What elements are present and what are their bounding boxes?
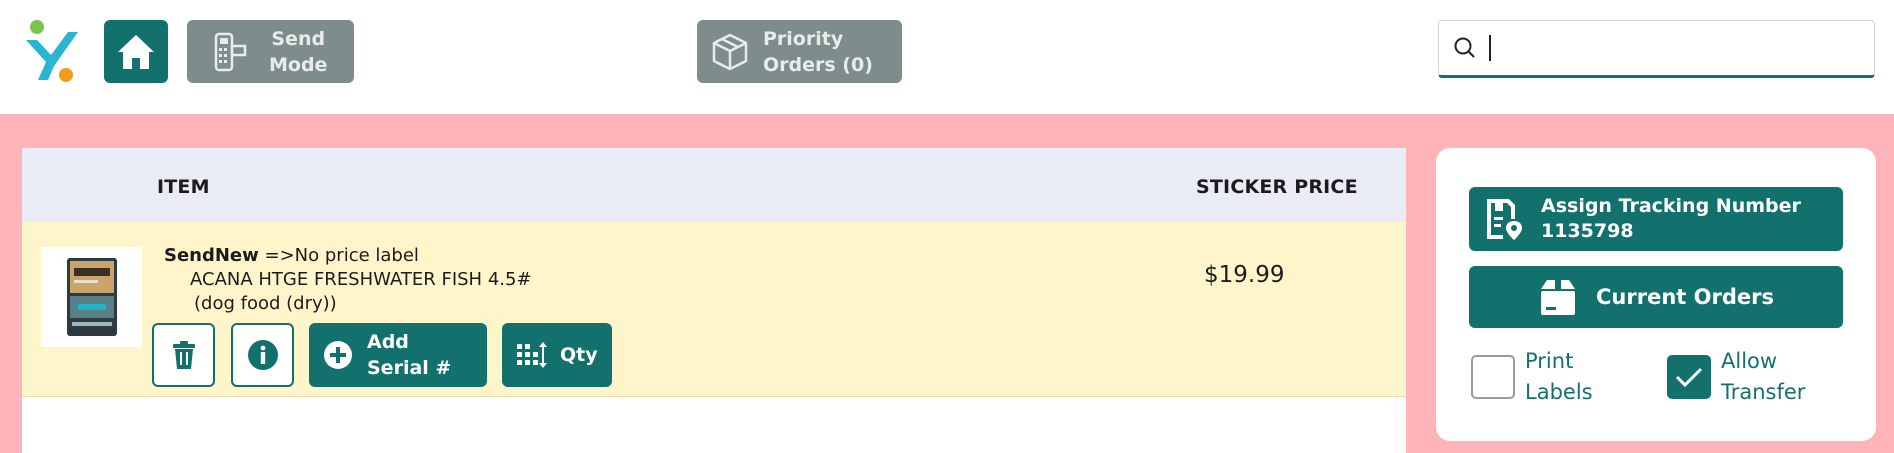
assign-tracking-button[interactable]: Assign Tracking Number 1135798 — [1469, 187, 1843, 251]
product-image — [41, 247, 142, 347]
info-icon — [247, 340, 278, 370]
home-button[interactable] — [104, 20, 168, 83]
item-info-button[interactable] — [231, 323, 294, 387]
order-options-panel: Assign Tracking Number 1135798 Current O… — [1436, 148, 1876, 441]
send-mode-label-line1: Send — [271, 27, 326, 50]
current-orders-label: Current Orders — [1596, 285, 1774, 309]
quantity-button[interactable]: Qty — [502, 323, 612, 387]
orders-box-icon — [1541, 280, 1576, 315]
allow-transfer-label-line1: Allow — [1721, 349, 1778, 373]
text-caret — [1489, 35, 1491, 61]
allow-transfer-checkbox[interactable] — [1667, 355, 1711, 399]
tracking-number: 1135798 — [1541, 220, 1634, 242]
add-serial-button[interactable]: Add Serial # — [309, 323, 487, 387]
search-input[interactable] — [1503, 36, 1874, 60]
add-serial-label-line2: Serial # — [367, 357, 452, 379]
home-icon — [118, 34, 154, 69]
plus-circle-icon — [324, 341, 352, 369]
quantity-label: Qty — [560, 344, 598, 366]
item-description: SendNew =>No price label ACANA HTGE FRES… — [164, 244, 532, 316]
search-icon — [1454, 37, 1475, 58]
trash-icon — [172, 341, 195, 369]
assign-tracking-label: Assign Tracking Number — [1541, 195, 1801, 217]
item-name: ACANA HTGE FRESHWATER FISH 4.5# — [190, 269, 532, 290]
item-note: =>No price label — [258, 245, 419, 266]
delete-item-button[interactable] — [152, 323, 215, 387]
print-labels-checkbox[interactable] — [1471, 355, 1515, 399]
table-header: ITEM STICKER PRICE — [22, 148, 1406, 222]
item-brand: SendNew — [164, 245, 259, 266]
order-items-table: ITEM STICKER PRICE SendNew =>No price la… — [22, 148, 1406, 453]
allow-transfer-label-line2: Transfer — [1721, 380, 1806, 404]
item-category: (dog food (dry)) — [194, 293, 337, 314]
card-reader-icon — [214, 32, 247, 71]
priority-orders-button[interactable]: Priority Orders (0) — [697, 20, 902, 83]
print-labels-toggle[interactable]: Print Labels — [1471, 346, 1593, 408]
column-header-item: ITEM — [157, 176, 210, 198]
current-orders-button[interactable]: Current Orders — [1469, 266, 1843, 328]
column-header-sticker-price: STICKER PRICE — [1196, 176, 1358, 198]
allow-transfer-toggle[interactable]: Allow Transfer — [1667, 346, 1805, 408]
print-labels-label-line1: Print — [1525, 349, 1574, 373]
search-box[interactable] — [1438, 20, 1875, 78]
item-sticker-price: $19.99 — [1204, 262, 1285, 288]
priority-label-line2: Orders (0) — [763, 53, 873, 76]
priority-label-line1: Priority — [763, 27, 844, 50]
table-row[interactable]: SendNew =>No price label ACANA HTGE FRES… — [22, 222, 1406, 397]
top-bar: Send Mode Priority Orders (0) — [0, 0, 1894, 114]
add-serial-label-line1: Add — [367, 331, 409, 353]
box-icon — [712, 33, 748, 70]
app-logo — [26, 20, 78, 82]
check-icon — [1675, 367, 1703, 388]
qty-sort-icon — [517, 342, 547, 368]
print-labels-label-line2: Labels — [1525, 380, 1593, 404]
send-mode-label-line2: Mode — [269, 53, 328, 76]
send-mode-button[interactable]: Send Mode — [187, 20, 354, 83]
tracking-icon — [1487, 199, 1522, 240]
